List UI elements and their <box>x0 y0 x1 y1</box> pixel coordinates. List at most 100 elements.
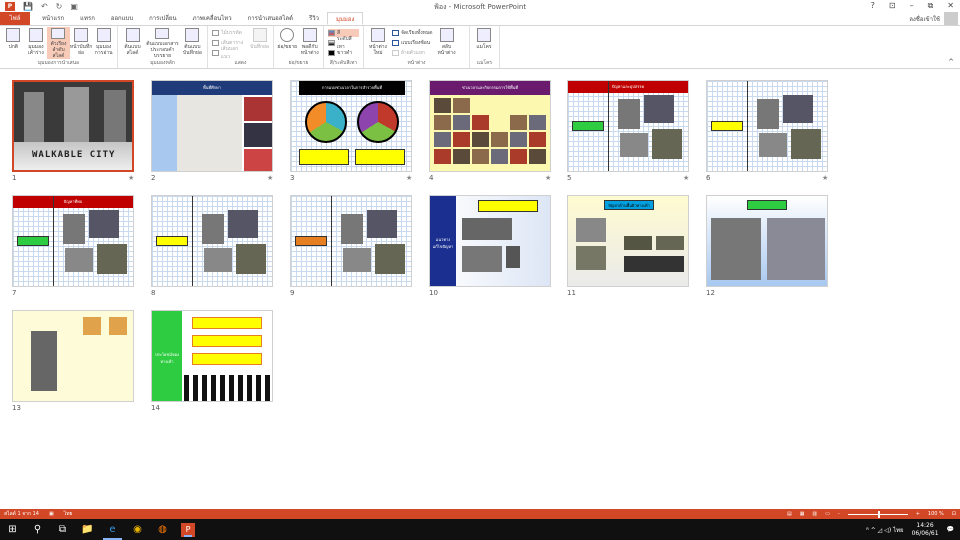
transition-icon[interactable]: ★ <box>822 174 828 182</box>
slide-title: ปัญหาด้านพื้นผิวทางเท้า <box>604 200 654 210</box>
chrome-icon[interactable]: ◉ <box>125 519 150 540</box>
photo <box>375 244 405 274</box>
transition-icon[interactable]: ★ <box>267 174 273 182</box>
legend-box <box>355 149 405 165</box>
notes-button[interactable]: บันทึกย่อ <box>248 27 271 59</box>
slide-thumbnail[interactable]: ปัญหาและอุปสรรค <box>567 80 689 172</box>
cascade-button[interactable]: แบบเรียงซ้อน <box>392 39 433 47</box>
slide-thumbnail[interactable]: ปัญหาด้านพื้นผิวทางเท้า <box>567 195 689 287</box>
handout-master-button[interactable]: ต้นแบบเอกสารประกอบคำบรรยาย <box>145 27 180 59</box>
normal-view-icon <box>6 28 21 42</box>
normal-view-status-icon[interactable]: ▤ <box>787 511 792 517</box>
move-split-button[interactable]: ย้ายตัวแยก <box>392 49 433 57</box>
notes-master-button[interactable]: ต้นแบบบันทึกย่อ <box>180 27 205 59</box>
notes-icon <box>252 28 267 42</box>
slide-thumbnail[interactable]: WALKABLE CITY <box>12 80 134 172</box>
transition-icon[interactable]: ★ <box>406 174 412 182</box>
slide-thumbnail[interactable]: แนวทางแก้ไขปัญหา <box>429 195 551 287</box>
tab-review[interactable]: รีวิว <box>301 12 327 25</box>
switch-windows-icon <box>439 28 454 42</box>
fit-to-window-button[interactable]: พอดีกับหน้าต่าง <box>299 27 322 59</box>
slide-thumbnail[interactable]: ประโยชน์ของทางเท้า <box>151 310 273 402</box>
divider <box>192 196 193 286</box>
minimize-button[interactable]: – <box>910 1 914 11</box>
photo <box>341 214 363 244</box>
photo <box>204 248 232 272</box>
slide-thumbnail[interactable] <box>151 195 273 287</box>
language-indicator[interactable]: ไทย <box>64 510 73 518</box>
edge-icon[interactable]: e <box>100 519 125 540</box>
notes-page-button[interactable]: หน้าบันทึกย่อ <box>70 27 93 59</box>
grayscale-button[interactable]: ระดับสีเทา <box>328 36 359 50</box>
task-view-icon[interactable]: ⧉ <box>50 519 75 540</box>
slide-thumbnail[interactable]: ปัญหาที่พบ <box>12 195 134 287</box>
avatar[interactable] <box>944 12 958 25</box>
spell-check-icon[interactable]: ▣ <box>49 511 54 517</box>
restore-button[interactable]: ⧉ <box>928 1 934 11</box>
label-box <box>295 236 327 246</box>
arrange-all-button[interactable]: จัดเรียงทั้งหมด <box>392 29 433 37</box>
new-window-button[interactable]: หน้าต่างใหม่ <box>366 27 390 59</box>
zoom-slider[interactable] <box>847 510 908 518</box>
photo <box>791 129 821 159</box>
collapse-ribbon-icon[interactable]: ^ <box>948 58 954 66</box>
notifications-icon[interactable]: 💬 <box>947 526 954 533</box>
slide-thumbnail[interactable]: ช่วงเวลาและกิจกรรมการใช้พื้นที่ <box>429 80 551 172</box>
photo <box>472 149 489 164</box>
transition-icon[interactable]: ★ <box>128 174 134 182</box>
tab-slide-show[interactable]: การนำเสนอสไลด์ <box>240 12 301 25</box>
slide-thumbnail[interactable]: พื้นที่ศึกษา <box>151 80 273 172</box>
switch-windows-button[interactable]: สลับหน้าต่าง <box>435 27 459 59</box>
slide-sorter-status-icon[interactable]: ▦ <box>800 511 805 517</box>
fit-slide-icon[interactable]: ⊡ <box>952 511 956 517</box>
reading-view-button[interactable]: มุมมองการอ่าน <box>92 27 115 59</box>
ribbon: ปกติ มุมมองเค้าร่าง ตัวเรียงลำดับสไลด์ ห… <box>0 25 960 69</box>
help-button[interactable]: ? <box>871 1 875 11</box>
guides-checkbox[interactable]: เส้นบอกแนว <box>212 46 246 60</box>
ruler-checkbox[interactable]: ไม้บรรทัด <box>212 29 246 37</box>
black-and-white-button[interactable]: ขาวดำ <box>328 49 359 57</box>
tab-transitions[interactable]: การเปลี่ยน <box>141 12 184 25</box>
zoom-level[interactable]: 100 % <box>928 511 944 517</box>
taskbar: ⊞ ⚲ ⧉ 📁 e ◉ ◍ P ᴿ ^ ◿ ◁) ไทย 14:26 06/06/… <box>0 519 960 540</box>
start-button[interactable]: ⊞ <box>0 519 25 540</box>
zoom-out-button[interactable]: - <box>838 511 840 517</box>
photo <box>453 132 470 147</box>
slide-thumbnail[interactable] <box>706 195 828 287</box>
tray-icons[interactable]: ᴿ ^ ◿ ◁) ไทย <box>866 525 903 535</box>
transition-icon[interactable]: ★ <box>545 174 551 182</box>
outline-view-button[interactable]: มุมมองเค้าร่าง <box>25 27 48 59</box>
slide-show-status-icon[interactable]: ▭ <box>825 511 830 517</box>
file-explorer-icon[interactable]: 📁 <box>75 519 100 540</box>
macros-button[interactable]: แมโคร <box>472 27 496 59</box>
wood-texture <box>83 317 101 335</box>
slide-thumbnail[interactable] <box>12 310 134 402</box>
transition-icon[interactable]: ★ <box>683 174 689 182</box>
powerpoint-taskbar-icon[interactable]: P <box>181 522 195 537</box>
divider <box>608 81 609 171</box>
photo <box>97 244 127 274</box>
sign-in-link[interactable]: ลงชื่อเข้าใช้ <box>909 14 940 24</box>
tab-home[interactable]: หน้าแรก <box>34 12 72 25</box>
slide-thumbnail[interactable]: การแบ่งช่วงเวลาในการสำรวจพื้นที่ <box>290 80 412 172</box>
tab-design[interactable]: ออกแบบ <box>103 12 141 25</box>
notes-page-icon <box>74 28 89 42</box>
slide-thumbnail[interactable] <box>290 195 412 287</box>
ribbon-display-options-button[interactable]: ⊡ <box>889 1 896 11</box>
search-icon[interactable]: ⚲ <box>25 519 50 540</box>
zoom-button[interactable]: ย่อ/ขยาย <box>276 27 299 59</box>
group-label: หน้าต่าง <box>407 60 426 66</box>
tab-animations[interactable]: ภาพเคลื่อนไหว <box>185 12 240 25</box>
slide-master-button[interactable]: ต้นแบบสไลด์ <box>120 27 145 59</box>
slide-sorter-button[interactable]: ตัวเรียงลำดับสไลด์ <box>47 27 70 59</box>
close-button[interactable]: ✕ <box>947 1 954 11</box>
normal-view-button[interactable]: ปกติ <box>2 27 25 59</box>
tab-insert[interactable]: แทรก <box>72 12 103 25</box>
tab-file[interactable]: ไฟล์ <box>0 12 30 25</box>
slide-thumbnail[interactable] <box>706 80 828 172</box>
zoom-in-button[interactable]: + <box>916 511 920 517</box>
clock[interactable]: 14:26 06/06/61 <box>912 522 939 538</box>
tab-view[interactable]: มุมมอง <box>326 12 364 25</box>
firefox-icon[interactable]: ◍ <box>150 519 175 540</box>
reading-view-status-icon[interactable]: ▥ <box>812 511 817 517</box>
